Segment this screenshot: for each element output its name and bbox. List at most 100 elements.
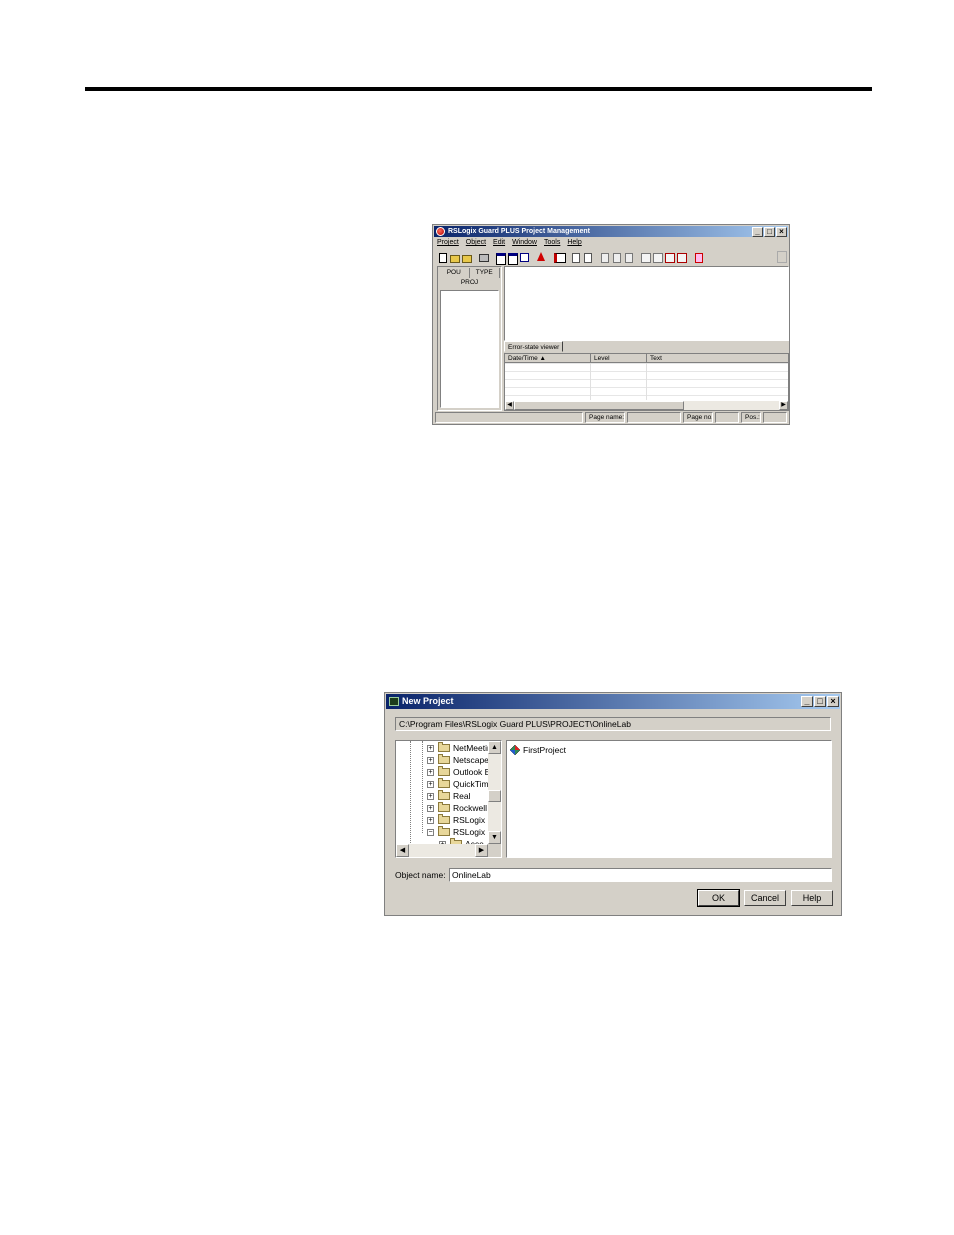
page-header-rule bbox=[85, 87, 872, 91]
tile-horizontal-icon[interactable] bbox=[495, 252, 506, 265]
minimize-button[interactable]: _ bbox=[801, 696, 813, 707]
open-project-icon[interactable] bbox=[461, 252, 472, 263]
folder-icon bbox=[438, 790, 450, 800]
tab-proj[interactable]: PROJ bbox=[438, 279, 501, 286]
warning-icon[interactable] bbox=[536, 252, 546, 262]
folder-item[interactable]: + QuickTim bbox=[396, 778, 490, 790]
error-state-viewer: Error-state viewer Date/Time ▲ Level Tex… bbox=[504, 341, 789, 411]
folder-item[interactable]: + NetMeetir bbox=[396, 742, 490, 754]
folder-item[interactable]: + Real bbox=[396, 790, 490, 802]
menu-tools[interactable]: Tools bbox=[544, 238, 560, 248]
open-folder-icon[interactable] bbox=[449, 252, 460, 263]
document-icon[interactable] bbox=[570, 252, 580, 263]
close-button[interactable]: × bbox=[776, 227, 787, 237]
help-button[interactable]: Help bbox=[791, 890, 833, 906]
project-tree[interactable] bbox=[440, 290, 499, 408]
document-copy-icon[interactable] bbox=[582, 252, 592, 263]
maximize-button[interactable]: □ bbox=[814, 696, 826, 707]
window-title: RSLogix Guard PLUS Project Management bbox=[448, 228, 590, 235]
project-tree-pane: POU TYPE PROJ bbox=[437, 266, 502, 411]
tab-type[interactable]: TYPE bbox=[470, 268, 500, 278]
project-icon bbox=[510, 745, 520, 755]
new-project-dialog: New Project _ □ × C:\Program Files\RSLog… bbox=[384, 692, 842, 916]
new-file-icon[interactable] bbox=[437, 252, 447, 263]
pou-edit-icon[interactable] bbox=[611, 252, 621, 263]
diagram-edit-icon[interactable] bbox=[652, 252, 663, 263]
toolbar-grip[interactable] bbox=[777, 251, 787, 263]
horizontal-scrollbar[interactable]: ◀ ▶ bbox=[505, 401, 788, 410]
column-text[interactable]: Text bbox=[647, 354, 788, 363]
list-item[interactable]: FirstProject bbox=[510, 744, 580, 756]
title-bar[interactable]: New Project _ □ × bbox=[386, 694, 840, 709]
scroll-left-button[interactable]: ◀ bbox=[396, 844, 409, 857]
menu-help[interactable]: Help bbox=[567, 238, 581, 248]
menu-project[interactable]: Project bbox=[437, 238, 459, 248]
status-page-name-value bbox=[627, 412, 681, 423]
folder-icon bbox=[438, 814, 450, 824]
menu-edit[interactable]: Edit bbox=[493, 238, 505, 248]
folder-icon bbox=[438, 826, 450, 836]
cancel-button[interactable]: Cancel bbox=[744, 890, 786, 906]
path-field: C:\Program Files\RSLogix Guard PLUS\PROJ… bbox=[395, 717, 831, 731]
minimize-button[interactable]: _ bbox=[752, 227, 763, 237]
folder-icon bbox=[438, 742, 450, 752]
error-grid: Date/Time ▲ Level Text ◀ ▶ bbox=[504, 353, 789, 411]
column-level[interactable]: Level bbox=[591, 354, 647, 363]
status-pos-value bbox=[763, 412, 787, 423]
scroll-right-button[interactable]: ▶ bbox=[475, 844, 488, 857]
error-grid-rows[interactable] bbox=[505, 363, 788, 400]
tile-vertical-icon[interactable] bbox=[507, 252, 518, 265]
object-name-label: Object name: bbox=[395, 870, 446, 880]
menu-bar: Project Object Edit Window Tools Help bbox=[437, 238, 582, 248]
scroll-up-button[interactable]: ▲ bbox=[488, 741, 501, 754]
project-list[interactable]: FirstProject bbox=[506, 740, 832, 858]
folder-item[interactable]: + RSLogix ( bbox=[396, 814, 490, 826]
new-project-icon bbox=[389, 697, 399, 706]
online-icon[interactable] bbox=[693, 252, 703, 263]
menu-window[interactable]: Window bbox=[512, 238, 537, 248]
scroll-down-button[interactable]: ▼ bbox=[488, 831, 501, 844]
diagram-stop-icon[interactable] bbox=[676, 252, 687, 263]
status-page-no-label: Page no.: bbox=[683, 412, 713, 423]
folder-item[interactable]: + Netscape bbox=[396, 754, 490, 766]
title-bar[interactable]: RSLogix Guard PLUS Project Management _ … bbox=[434, 226, 788, 237]
print-icon[interactable] bbox=[478, 252, 489, 262]
maximize-button[interactable]: □ bbox=[764, 227, 775, 237]
folder-icon bbox=[438, 766, 450, 776]
status-bar: Page name: Page no.: Pos.: bbox=[435, 412, 787, 423]
menu-object[interactable]: Object bbox=[466, 238, 486, 248]
horizontal-scrollbar[interactable]: ◀ ▶ bbox=[396, 844, 488, 857]
tab-error-state-viewer[interactable]: Error-state viewer bbox=[504, 341, 564, 352]
vertical-scrollbar[interactable]: ▲ ▼ bbox=[488, 741, 501, 844]
folder-item[interactable]: + Rockwell bbox=[396, 802, 490, 814]
ok-button[interactable]: OK bbox=[697, 889, 740, 907]
status-pos-label: Pos.: bbox=[741, 412, 761, 423]
scroll-left-button[interactable]: ◀ bbox=[505, 401, 514, 410]
dialog-title: New Project bbox=[402, 696, 454, 706]
toolbar bbox=[437, 250, 787, 265]
project-management-window: RSLogix Guard PLUS Project Management _ … bbox=[432, 224, 790, 425]
folder-tree[interactable]: + NetMeetir + Netscape + Outlook E + Qui… bbox=[395, 740, 502, 858]
status-message bbox=[435, 412, 583, 423]
scrollbar-corner bbox=[488, 844, 501, 857]
scroll-thumb[interactable] bbox=[488, 790, 501, 802]
diagram-check-icon[interactable] bbox=[664, 252, 675, 263]
folder-item[interactable]: − RSLogix ( bbox=[396, 826, 490, 838]
folder-icon bbox=[438, 802, 450, 812]
folder-item[interactable]: + Outlook E bbox=[396, 766, 490, 778]
object-name-input[interactable] bbox=[449, 868, 832, 882]
pou-compile-icon[interactable] bbox=[623, 252, 633, 263]
workspace-area[interactable] bbox=[504, 266, 789, 341]
pou-icon[interactable] bbox=[599, 252, 609, 263]
status-page-no-value bbox=[715, 412, 739, 423]
cascade-icon[interactable] bbox=[519, 252, 529, 262]
folder-icon bbox=[438, 754, 450, 764]
diagram-icon[interactable] bbox=[640, 252, 651, 263]
rslogix-app-icon bbox=[436, 227, 445, 236]
scroll-right-button[interactable]: ▶ bbox=[779, 401, 788, 410]
scroll-thumb[interactable] bbox=[514, 401, 684, 410]
column-date-time[interactable]: Date/Time ▲ bbox=[505, 354, 591, 363]
close-button[interactable]: × bbox=[827, 696, 839, 707]
tab-pou[interactable]: POU bbox=[439, 268, 470, 278]
error-viewer-icon[interactable] bbox=[553, 252, 566, 263]
